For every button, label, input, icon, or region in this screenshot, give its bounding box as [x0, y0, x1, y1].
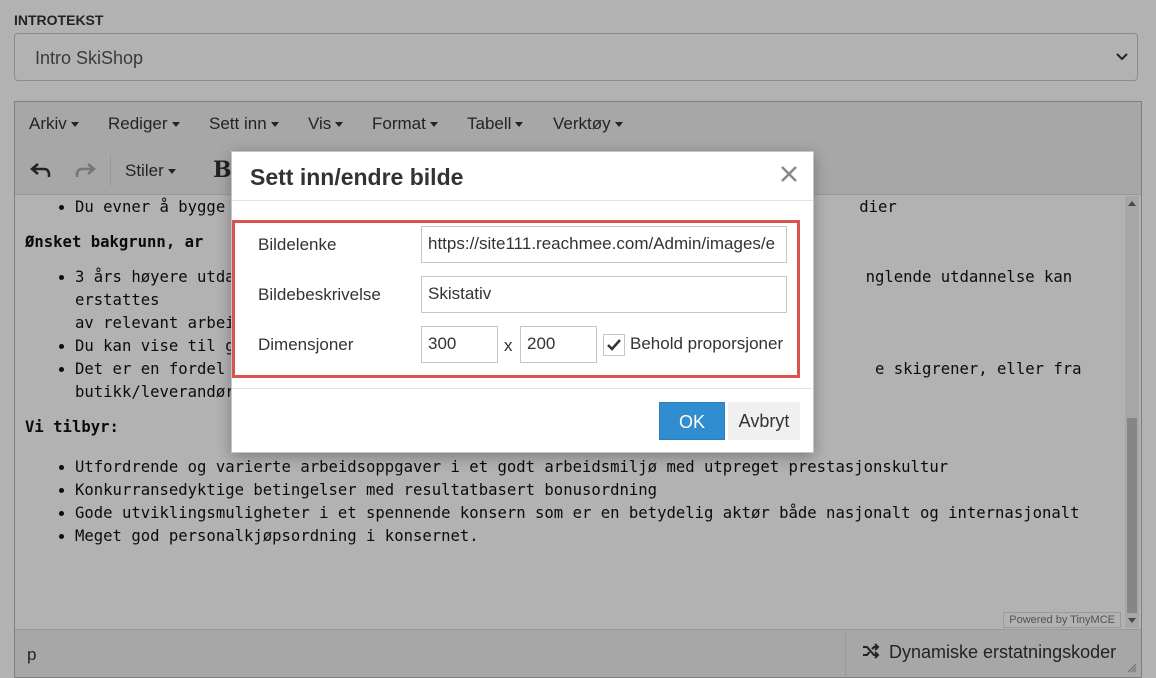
dialog-divider	[232, 200, 813, 201]
image-dialog: Sett inn/endre bilde Bildelenke https://…	[231, 151, 814, 453]
image-link-input[interactable]: https://site111.reachmee.com/Admin/image…	[421, 226, 787, 263]
ok-button[interactable]: OK	[659, 402, 725, 440]
image-description-label: Bildebeskrivelse	[258, 285, 381, 304]
dialog-title: Sett inn/endre bilde	[250, 164, 464, 190]
cancel-button[interactable]: Avbryt	[728, 402, 800, 440]
checkmark-icon	[607, 339, 621, 351]
height-input[interactable]: 200	[520, 326, 597, 363]
dimension-separator: x	[504, 336, 513, 355]
image-link-label: Bildelenke	[258, 235, 337, 254]
dimensions-label: Dimensjoner	[258, 335, 354, 354]
close-icon[interactable]	[779, 164, 799, 184]
keep-proportions-label[interactable]: Behold proporsjoner	[630, 334, 783, 354]
keep-proportions-checkbox[interactable]	[603, 334, 625, 356]
dialog-divider	[232, 388, 813, 389]
width-input[interactable]: 300	[421, 326, 498, 363]
image-description-input[interactable]: Skistativ	[421, 276, 787, 313]
